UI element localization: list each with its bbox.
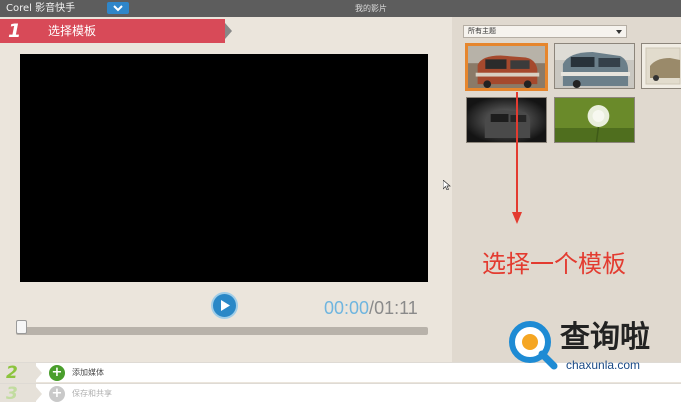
time-display: 00:00/01:11 [324, 297, 418, 319]
theme-dropdown-value: 所有主题 [468, 27, 496, 35]
time-total: 01:11 [374, 298, 418, 318]
vintage-bus-bw-image [467, 98, 546, 142]
watermark: 查询啦 chaxunla.com [500, 318, 681, 382]
theme-dropdown[interactable]: 所有主题 [463, 25, 627, 38]
dandelion-image [555, 98, 634, 142]
step2-arrow [36, 366, 42, 380]
time-current: 00:00 [324, 298, 370, 318]
theme-thumbnail[interactable] [554, 97, 635, 143]
annotation-line [516, 92, 518, 214]
step1-bar [0, 19, 225, 43]
add-icon[interactable]: + [49, 365, 65, 381]
step2-label: 添加媒体 [72, 368, 104, 377]
dropdown-arrow-icon [616, 30, 622, 34]
step1-number: 1 [8, 20, 22, 42]
timeline-handle[interactable] [16, 320, 27, 334]
theme-thumbnail[interactable] [554, 43, 635, 89]
video-preview[interactable] [20, 54, 428, 282]
theme-thumbnail[interactable] [465, 43, 548, 91]
step1-arrow [225, 23, 232, 39]
search-logo-icon [509, 321, 558, 370]
play-icon [220, 300, 230, 311]
annotation-text: 选择一个模板 [482, 250, 626, 278]
step2-number: 2 [6, 363, 18, 383]
vintage-bus-image [468, 46, 545, 88]
chevron-down-icon [113, 4, 123, 11]
play-button[interactable] [211, 292, 238, 319]
annotation-arrow-icon [512, 212, 522, 224]
step3-badge: 3 [0, 384, 42, 402]
mouse-cursor-icon [443, 180, 451, 190]
document-title: 我的影片 [355, 4, 387, 13]
step2-badge: 2 [0, 363, 42, 383]
share-icon[interactable]: + [49, 386, 65, 402]
watermark-title: 查询啦 [560, 320, 650, 355]
step3-label: 保存和共享 [72, 389, 112, 398]
theme-thumbnail[interactable] [466, 97, 547, 143]
step1-header[interactable]: 1 选择模板 [0, 19, 232, 43]
timeline-track[interactable] [16, 327, 428, 335]
step3-arrow [36, 387, 42, 401]
app-menu-button[interactable] [107, 2, 129, 14]
theme-thumbnail[interactable] [641, 43, 681, 89]
vintage-bus-image [555, 44, 634, 88]
vintage-car-image [642, 44, 681, 88]
step3-row[interactable]: 3 + 保存和共享 [0, 383, 681, 402]
title-bar: Corel 影音快手 我的影片 [0, 0, 681, 17]
step3-number: 3 [6, 384, 18, 402]
step1-label: 选择模板 [48, 24, 97, 38]
app-title: Corel 影音快手 [6, 3, 76, 14]
watermark-url: chaxunla.com [566, 358, 641, 372]
